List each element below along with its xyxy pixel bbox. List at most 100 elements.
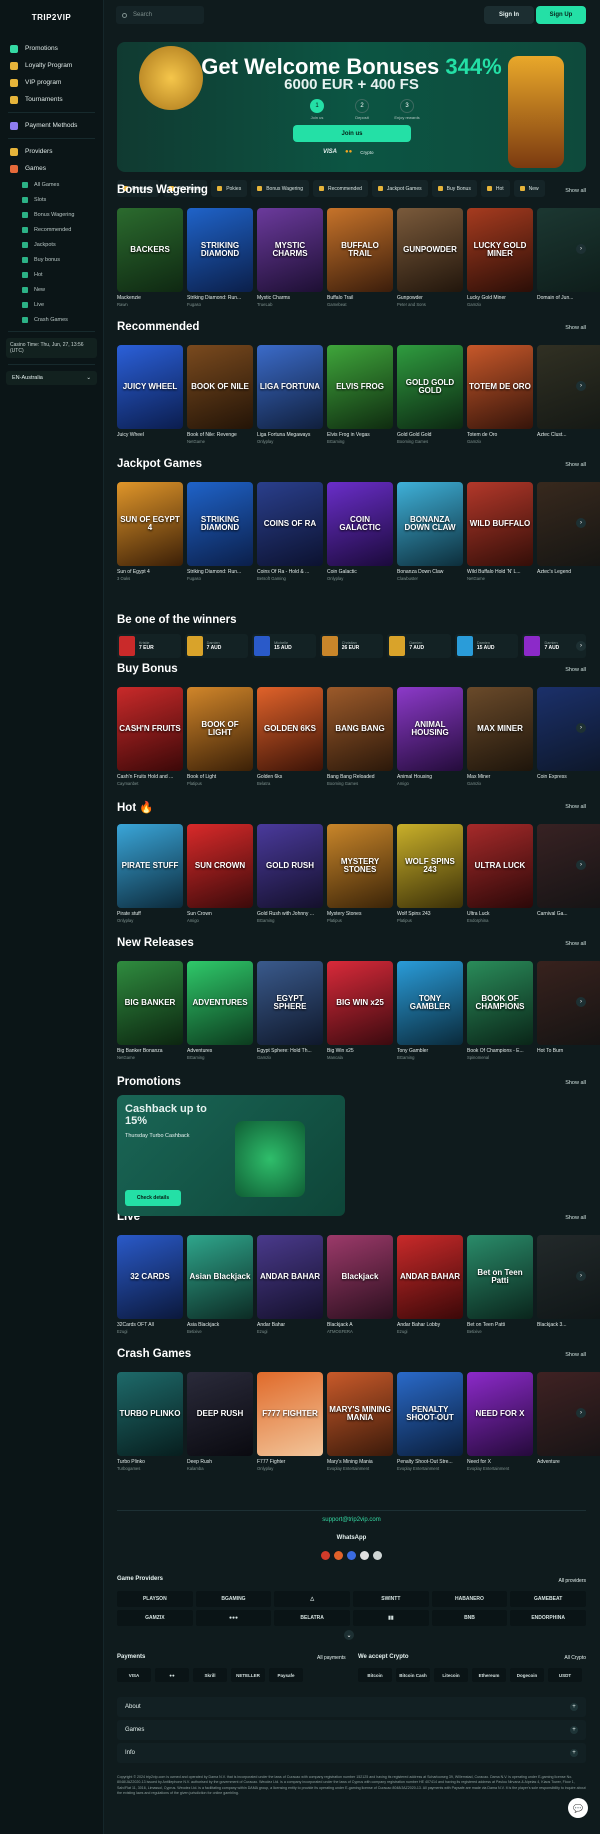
sidebar-subitem[interactable]: Hot [0, 267, 103, 282]
chevron-right-icon[interactable]: › [576, 1271, 586, 1281]
game-card[interactable]: LIGA FORTUNA Liga Fortuna Megaways Onlypla… [257, 345, 323, 444]
filter-chip[interactable]: Pokies [211, 180, 248, 197]
sidebar-subitem[interactable]: Bonus Wagering [0, 207, 103, 222]
game-card[interactable]: Asian Blackjack Asia Blackjack Betixive [187, 1235, 253, 1334]
game-card[interactable]: BANG BANG Bang Bang Reloaded Booming Games [327, 687, 393, 786]
game-card[interactable]: NEED FOR X Need for X Evoplay Entertainmen… [467, 1372, 533, 1471]
sidebar-item[interactable]: Tournaments [0, 91, 103, 108]
game-card[interactable]: GUNPOWDER Gunpowder Peter and Sons [397, 208, 463, 307]
winner-card[interactable]: Christian 26 EUR [319, 634, 384, 658]
social-icon[interactable] [373, 1551, 382, 1560]
provider-logo[interactable]: ▮▮ [352, 1610, 429, 1626]
game-card[interactable]: BONANZA DOWN CLAW Bonanza Down Claw Clawbu… [397, 482, 463, 581]
chevron-right-icon[interactable]: › [576, 244, 586, 254]
chevron-right-icon[interactable]: › [576, 997, 586, 1007]
game-card[interactable]: STRIKING DIAMOND Striking Diamond: Run...… [187, 482, 253, 581]
game-card[interactable]: GOLDEN 6KS Golden 6ks Belatra [257, 687, 323, 786]
winner-card[interactable]: Kristie 7 EUR [117, 634, 181, 658]
game-card[interactable]: Aztec's Legend [537, 482, 600, 576]
chevron-down-icon[interactable]: ⌄ [344, 1630, 354, 1640]
sidebar-item[interactable]: Loyalty Program [0, 57, 103, 74]
game-card[interactable]: BACKERS Mackenzie Rawn [117, 208, 183, 307]
chevron-right-icon[interactable]: › [576, 641, 586, 651]
game-card[interactable]: MYSTIC CHARMS Mystic Charms TrueLab [257, 208, 323, 307]
winner-card[interactable]: Damien 7 AUD [387, 634, 451, 658]
language-select[interactable]: EN-Australia ⌄ [6, 371, 97, 385]
winner-card[interactable]: Michelle 15 AUD [252, 634, 316, 658]
game-card[interactable]: ULTRA LUCK Ultra Luck Endorphina [467, 824, 533, 923]
game-card[interactable]: CASH'N FRUITS Cash'n Fruits Hold and ... C… [117, 687, 183, 786]
sidebar-subitem[interactable]: Slots [0, 192, 103, 207]
sidebar-item[interactable]: Payment Methods [0, 117, 103, 134]
game-card[interactable]: MARY'S MINING MANIA Mary's Mining Mania Ev… [327, 1372, 393, 1471]
show-all-link[interactable]: Show all [565, 462, 586, 468]
game-card[interactable]: Domain of Jun... [537, 208, 600, 302]
filter-chip[interactable]: Bonus Wagering [251, 180, 309, 197]
game-card[interactable]: COIN GALACTIC Coin Galactic Onlyplay [327, 482, 393, 581]
show-all-link[interactable]: Show all [565, 1352, 586, 1358]
game-card[interactable]: ANDAR BAHAR Andar Bahar Ezugi [257, 1235, 323, 1334]
game-card[interactable]: TURBO PLINKO Turbo Plinko Turbogames [117, 1372, 183, 1471]
game-card[interactable]: DEEP RUSH Deep Rush Kalamba [187, 1372, 253, 1471]
game-card[interactable]: BIG BANKER Big Banker Bonanza NetGame [117, 961, 183, 1060]
game-card[interactable]: GOLD RUSH Gold Rush with Johnny ... BGamin… [257, 824, 323, 923]
filter-chip[interactable]: Buy Bonus [431, 180, 477, 197]
chevron-right-icon[interactable]: › [576, 1408, 586, 1418]
game-card[interactable]: Coin Express [537, 687, 600, 781]
chevron-right-icon[interactable]: › [576, 860, 586, 870]
provider-logo[interactable]: BELATRA [274, 1610, 350, 1626]
game-card[interactable]: WOLF SPINS 243 Wolf Spins 243 Platipus [397, 824, 463, 923]
show-all-link[interactable]: Show all [565, 941, 586, 947]
chevron-right-icon[interactable]: › [576, 381, 586, 391]
game-card[interactable]: ANDAR BAHAR Andar Bahar Lobby Ezugi [397, 1235, 463, 1334]
show-all-link[interactable]: Show all [565, 325, 586, 331]
game-card[interactable]: Aztec Clust... [537, 345, 600, 439]
sidebar-item[interactable]: VIP program [0, 74, 103, 91]
sidebar-item[interactable]: Games [0, 160, 103, 177]
sidebar-subitem[interactable]: New [0, 282, 103, 297]
filter-chip[interactable]: Jackpot Games [371, 180, 428, 197]
game-card[interactable]: F777 FIGHTER F777 Fighter Onlyplay [257, 1372, 323, 1471]
game-card[interactable]: SUN OF EGYPT 4 Sun of Egypt 43 Oaks [117, 482, 183, 581]
winner-card[interactable]: Damien 7 AUD [184, 634, 249, 658]
all-providers-link[interactable]: All providers [558, 1578, 586, 1584]
sidebar-item[interactable]: Promotions [0, 40, 103, 57]
provider-logo[interactable]: ●●● [195, 1610, 272, 1626]
sidebar-subitem[interactable]: Crash Games [0, 312, 103, 327]
show-all-link[interactable]: Show all [565, 1215, 586, 1221]
game-card[interactable]: ELVIS FROG Elvis Frog in Vegas BGaming [327, 345, 393, 444]
game-card[interactable]: ANIMAL HOUSING Animal Housing Amigo [397, 687, 463, 786]
sign-up-button[interactable]: Sign Up [536, 6, 586, 24]
game-card[interactable]: Adventure [537, 1372, 600, 1466]
game-card[interactable]: LUCKY GOLD MINER Lucky Gold Miner Gamzix [467, 208, 533, 307]
game-card[interactable]: BOOK OF LIGHT Book of Light Platipus [187, 687, 253, 786]
show-all-link[interactable]: Show all [565, 804, 586, 810]
game-card[interactable]: TOTEM DE ORO Totem de Oro Gamzix [467, 345, 533, 444]
game-card[interactable]: BIG WIN x25 Big Win x25 Mancala [327, 961, 393, 1060]
all-crypto-link[interactable]: All Crypto [564, 1655, 586, 1661]
show-all-link[interactable]: Show all [565, 188, 586, 194]
all-payments-link[interactable]: All payments [317, 1655, 346, 1661]
sidebar-subitem[interactable]: Live [0, 297, 103, 312]
winner-card[interactable]: Damien 15 AUD [454, 634, 519, 658]
game-card[interactable]: 32 CARDS 32Cards OFT All Ezugi [117, 1235, 183, 1334]
game-card[interactable]: Carnival Ga... [537, 824, 600, 918]
check-details-button[interactable]: Check details [125, 1190, 181, 1206]
provider-logo[interactable]: ENDORPHINA [510, 1610, 586, 1626]
provider-logo[interactable]: HABANERO [431, 1591, 508, 1607]
sidebar-subitem[interactable]: Jackpots [0, 237, 103, 252]
support-email[interactable]: support@trip2vip.com [117, 1517, 586, 1523]
game-card[interactable]: SUN CROWN Sun Crown Amigo [187, 824, 253, 923]
game-card[interactable]: TONY GAMBLER Tony Gambler BGaming [397, 961, 463, 1060]
sidebar-item[interactable]: Providers [0, 143, 103, 160]
provider-logo[interactable]: PLAYSON [117, 1591, 193, 1607]
provider-logo[interactable]: SWINTT [352, 1591, 429, 1607]
sidebar-subitem[interactable]: Buy bonus [0, 252, 103, 267]
info-accordion[interactable]: Info + [117, 1743, 586, 1763]
provider-logo[interactable]: △ [274, 1591, 350, 1607]
game-card[interactable]: STRIKING DIAMOND Striking Diamond: Run...… [187, 208, 253, 307]
game-card[interactable]: MYSTERY STONES Mystery Stones Platipus [327, 824, 393, 923]
game-card[interactable]: EGYPT SPHERE Egypt Sphere: Hold Th... Gamz… [257, 961, 323, 1060]
provider-logo[interactable]: GAMEBEAT [510, 1591, 586, 1607]
game-card[interactable]: BUFFALO TRAIL Buffalo Trail Gamebeat [327, 208, 393, 307]
